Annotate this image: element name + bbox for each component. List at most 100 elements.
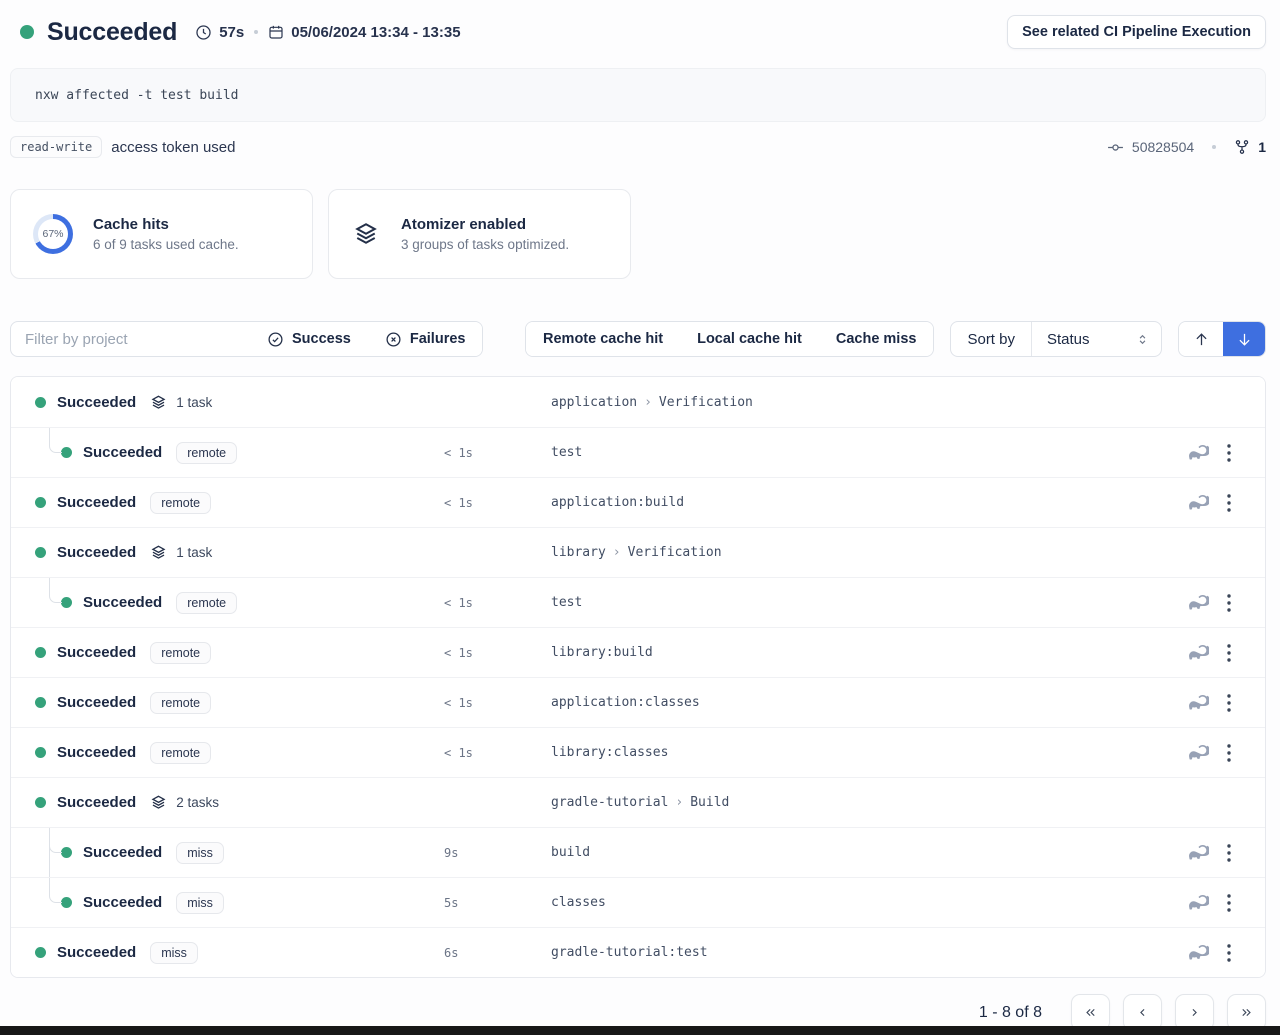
table-row[interactable]: Succeeded remote < 1s test (11, 427, 1265, 477)
kebab-menu-icon[interactable] (1223, 840, 1235, 866)
table-row[interactable]: Succeeded remote < 1s library:classes (11, 727, 1265, 777)
layers-icon (351, 219, 381, 249)
gradle-icon (1186, 894, 1209, 911)
sort-ascending-button[interactable] (1179, 322, 1223, 356)
cache-card-title: Cache hits (93, 216, 239, 233)
local-cache-hit-button[interactable]: Local cache hit (680, 322, 819, 356)
success-filter-label: Success (292, 331, 351, 347)
path-separator: › (644, 395, 652, 410)
task-name[interactable]: application:build (551, 495, 684, 510)
layers-icon (149, 543, 168, 562)
status-dot (61, 447, 72, 458)
clock-icon (195, 24, 212, 41)
task-name[interactable]: library:build (551, 645, 653, 660)
cache-status-badge: remote (150, 642, 211, 664)
task-name[interactable]: application:classes (551, 695, 700, 710)
table-row[interactable]: Succeeded 1 task application›Verificatio… (11, 377, 1265, 427)
summary-cards: 67% Cache hits 6 of 9 tasks used cache. … (10, 189, 1266, 279)
x-circle-icon (385, 331, 402, 348)
sort-by-label: Sort by (951, 322, 1031, 356)
table-row[interactable]: Succeeded remote < 1s application:build (11, 477, 1265, 527)
layers-icon (149, 793, 168, 812)
table-row[interactable]: Succeeded 2 tasks gradle-tutorial›Build (11, 777, 1265, 827)
kebab-menu-icon[interactable] (1223, 440, 1235, 466)
status-dot (35, 747, 46, 758)
task-group-meta: 1 task (149, 393, 212, 412)
task-count-label: 2 tasks (176, 795, 219, 810)
page-info-label: 1 - 8 of 8 (979, 1004, 1042, 1022)
window-bottom-edge (0, 1026, 1280, 1035)
command-box: nxw affected -t test build (10, 68, 1266, 122)
project-name[interactable]: gradle-tutorial (551, 795, 668, 810)
commit-icon (1107, 139, 1124, 156)
kebab-menu-icon[interactable] (1223, 740, 1235, 766)
row-status-label: Succeeded (57, 694, 136, 711)
page-title: Succeeded (47, 18, 177, 47)
calendar-icon (268, 24, 284, 40)
table-row[interactable]: Succeeded 1 task library›Verification (11, 527, 1265, 577)
task-group-meta: 2 tasks (149, 793, 219, 812)
table-row[interactable]: Succeeded remote < 1s library:build (11, 627, 1265, 677)
table-row[interactable]: Succeeded remote < 1s test (11, 577, 1265, 627)
row-status-label: Succeeded (57, 794, 136, 811)
kebab-menu-icon[interactable] (1223, 490, 1235, 516)
atomizer-card[interactable]: Atomizer enabled 3 groups of tasks optim… (328, 189, 631, 279)
task-name[interactable]: build (551, 845, 590, 860)
kebab-menu-icon[interactable] (1223, 640, 1235, 666)
status-dot (61, 847, 72, 858)
failures-filter-button[interactable]: Failures (368, 322, 483, 356)
cache-status-badge: remote (176, 592, 237, 614)
gradle-icon (1186, 844, 1209, 861)
project-path: library›Verification (551, 545, 722, 560)
table-row[interactable]: Succeeded miss 9s build (11, 827, 1265, 877)
table-row[interactable]: Succeeded miss 5s classes (11, 877, 1265, 927)
table-row[interactable]: Succeeded miss 6s gradle-tutorial:test (11, 927, 1265, 977)
sort-select[interactable]: Status (1031, 322, 1161, 356)
arrow-up-icon (1193, 331, 1210, 348)
related-pipeline-button[interactable]: See related CI Pipeline Execution (1007, 15, 1266, 49)
atomizer-card-text: Atomizer enabled 3 groups of tasks optim… (401, 216, 569, 252)
run-header: Succeeded 57s 05/06/2024 13:34 - 13:35 S… (10, 12, 1266, 52)
row-status-label: Succeeded (57, 944, 136, 961)
run-meta: 50828504 1 (1107, 139, 1266, 156)
kebab-menu-icon[interactable] (1223, 690, 1235, 716)
sort-group: Sort by Status (950, 321, 1162, 357)
fork-icon (1234, 139, 1250, 155)
tree-connector-line (49, 578, 62, 603)
filter-bar: Success Failures Remote cache hit Local … (10, 321, 1266, 357)
task-name[interactable]: library:classes (551, 745, 668, 760)
access-token-text: access token used (111, 139, 235, 156)
sort-descending-button[interactable] (1223, 322, 1265, 356)
duration-label: 5s (444, 896, 458, 910)
cache-hits-card[interactable]: 67% Cache hits 6 of 9 tasks used cache. (10, 189, 313, 279)
kebab-menu-icon[interactable] (1223, 890, 1235, 916)
kebab-menu-icon[interactable] (1223, 940, 1235, 966)
success-filter-button[interactable]: Success (250, 322, 368, 356)
filter-input[interactable] (11, 322, 250, 356)
cache-status-badge: remote (176, 442, 237, 464)
kebab-menu-icon[interactable] (1223, 590, 1235, 616)
commit-id[interactable]: 50828504 (1132, 139, 1194, 155)
check-circle-icon (267, 331, 284, 348)
project-filter-group: Success Failures (10, 321, 483, 357)
status-dot (20, 25, 34, 39)
task-count-label: 1 task (176, 545, 212, 560)
task-name[interactable]: test (551, 445, 582, 460)
tree-connector-line (49, 428, 62, 453)
project-name[interactable]: library (551, 545, 606, 560)
project-name[interactable]: application (551, 395, 637, 410)
tree-connector-line (49, 878, 62, 903)
sort-select-value: Status (1047, 331, 1090, 348)
task-name[interactable]: test (551, 595, 582, 610)
table-row[interactable]: Succeeded remote < 1s application:classe… (11, 677, 1265, 727)
token-line: read-write access token used 50828504 1 (10, 135, 1266, 159)
row-status-label: Succeeded (57, 394, 136, 411)
project-path: application›Verification (551, 395, 753, 410)
remote-cache-hit-button[interactable]: Remote cache hit (526, 322, 680, 356)
task-name[interactable]: classes (551, 895, 606, 910)
cache-miss-button[interactable]: Cache miss (819, 322, 934, 356)
date-meta: 05/06/2024 13:34 - 13:35 (268, 24, 460, 41)
status-dot (35, 797, 46, 808)
row-status-label: Succeeded (57, 744, 136, 761)
task-name[interactable]: gradle-tutorial:test (551, 945, 708, 960)
